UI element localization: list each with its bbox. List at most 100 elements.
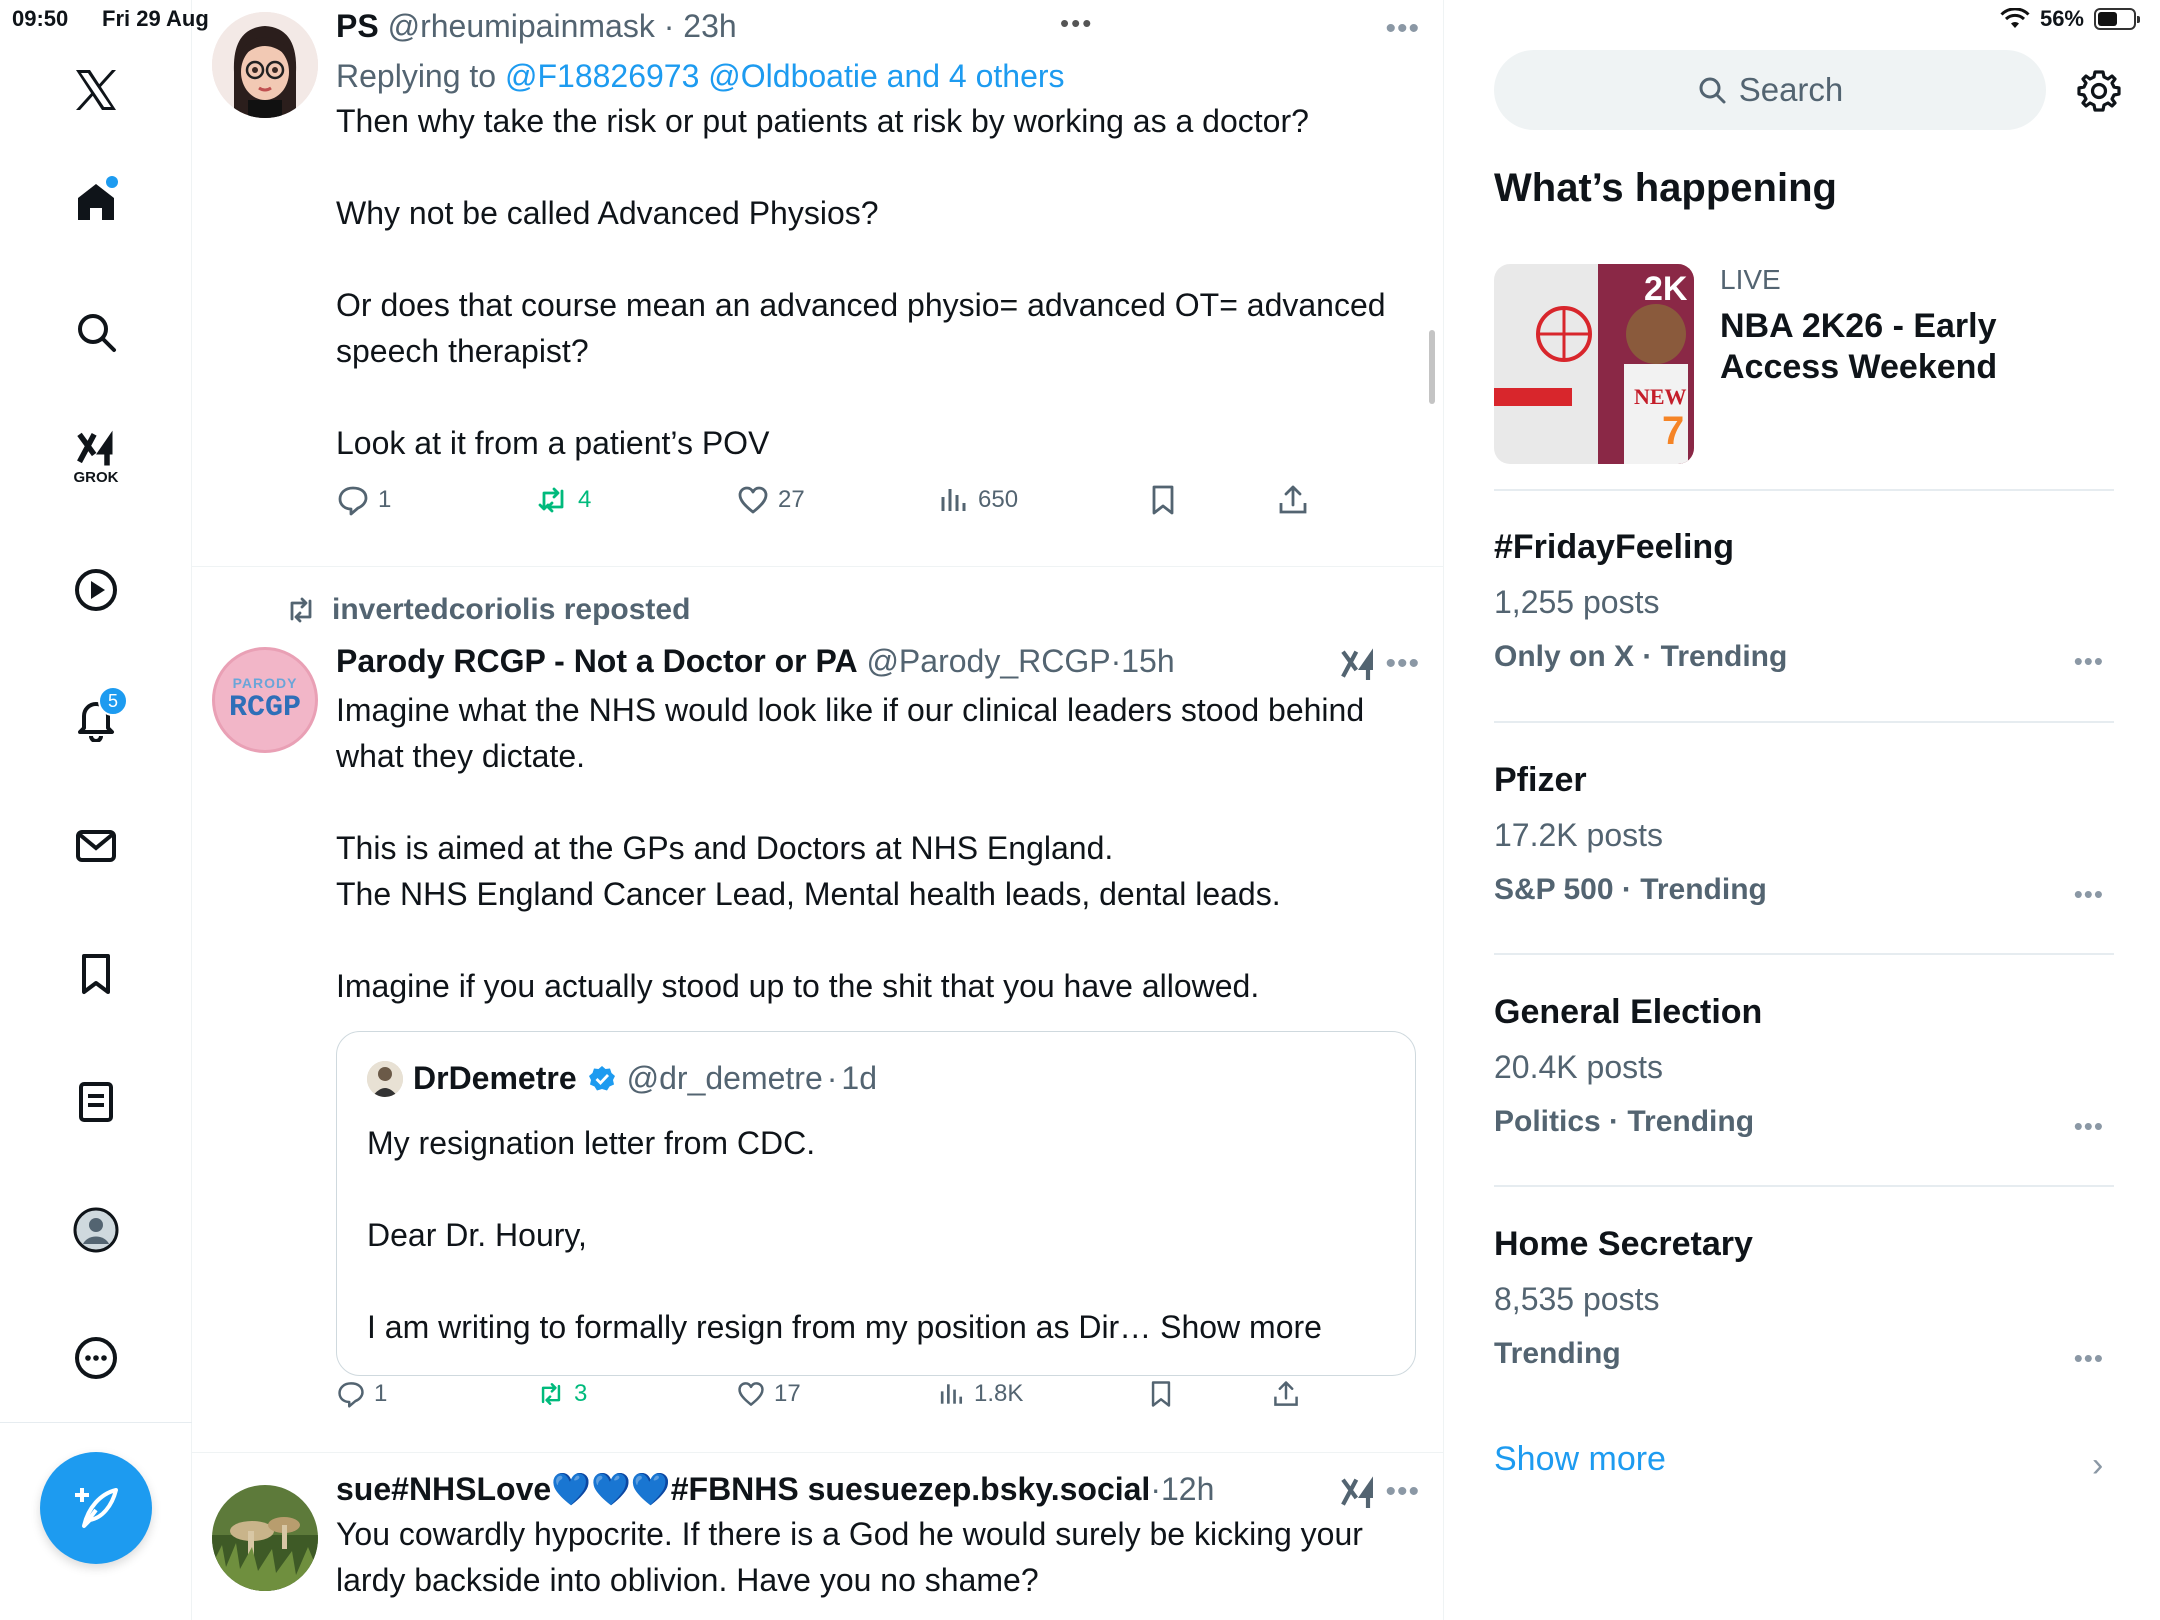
- lists-icon: [79, 1082, 113, 1122]
- like-button[interactable]: 17: [736, 1379, 801, 1409]
- trend-divider: [1494, 1185, 2114, 1187]
- nav-explore[interactable]: [56, 292, 136, 372]
- author-name[interactable]: Parody RCGP - Not a Doctor or PA: [336, 643, 858, 679]
- avatar[interactable]: PARODY RCGP: [212, 647, 318, 753]
- trend-title: Pfizer: [1494, 761, 1587, 799]
- tweet-body: sue#NHSLove💙💙💙#FBNHS suesuezep.bsky.soci…: [336, 1469, 1426, 1603]
- search-placeholder: Search: [1738, 71, 1844, 108]
- grok-icon: [1341, 1476, 1373, 1508]
- reply-button[interactable]: 1: [336, 483, 391, 517]
- trend-more-icon[interactable]: •••: [2074, 879, 2104, 910]
- chevron-right-icon[interactable]: ›: [2092, 1446, 2103, 1485]
- repost-icon: [290, 597, 312, 623]
- reposted-by[interactable]: invertedcoriolis reposted: [284, 593, 690, 627]
- views-count: 650: [978, 486, 1019, 513]
- views-count: 1.8K: [974, 1380, 1024, 1407]
- replying-links[interactable]: @F18826973 @Oldboatie and 4 others: [505, 58, 1065, 94]
- grok-icon: [77, 430, 113, 465]
- quote-avatar[interactable]: [367, 1060, 403, 1097]
- share-button[interactable]: [1276, 483, 1310, 517]
- tweet-body: Parody RCGP - Not a Doctor or PA @Parody…: [336, 641, 1426, 1009]
- tweet-parody-rcgp[interactable]: invertedcoriolis reposted PARODY RCGP Pa…: [192, 567, 1443, 1453]
- trend-item[interactable]: Home Secretary 8,535 posts Trending •••: [1494, 1225, 2114, 1415]
- trend-more-icon[interactable]: •••: [2074, 646, 2104, 677]
- reply-button[interactable]: 1: [336, 1379, 387, 1409]
- nav-messages[interactable]: [56, 806, 136, 886]
- nav-notifications[interactable]: 5: [56, 678, 136, 758]
- grok-label: GROK: [73, 468, 119, 486]
- like-button[interactable]: 27: [736, 483, 805, 517]
- author-name[interactable]: sue#NHSLove💙💙💙#FBNHS suesuezep.bsky.soci…: [336, 1471, 1150, 1507]
- author-handle[interactable]: @Parody_RCGP: [866, 643, 1110, 679]
- trend-more-icon[interactable]: •••: [2074, 1343, 2104, 1374]
- tweet-time[interactable]: 15h: [1121, 643, 1174, 679]
- nav-profile[interactable]: [56, 1190, 136, 1270]
- scrollbar[interactable]: [1429, 330, 1435, 404]
- nav-grok[interactable]: GROK: [56, 416, 136, 496]
- nav-lists[interactable]: [56, 1062, 136, 1142]
- promo-nba2k26[interactable]: NEW 7 2K LIVE NBA 2K26 - Early Access Week…: [1494, 264, 2114, 464]
- trend-more-icon[interactable]: •••: [2074, 1111, 2104, 1142]
- repost-button[interactable]: 4: [536, 483, 591, 517]
- x-logo[interactable]: [56, 50, 136, 130]
- show-more-link[interactable]: Show more: [1494, 1440, 1666, 1479]
- trend-title: Home Secretary: [1494, 1225, 1753, 1263]
- bookmark-button[interactable]: [1146, 483, 1180, 517]
- bookmark-button[interactable]: [1146, 1379, 1176, 1409]
- wifi-icon: [2000, 8, 2030, 28]
- trend-item[interactable]: Pfizer 17.2K posts S&P 500 · Trending ••…: [1494, 761, 2114, 951]
- trend-meta: Politics · Trending: [1494, 1105, 1755, 1138]
- right-sidebar: Search What’s happening NEW 7 2K LIVE NBA …: [1444, 0, 2160, 1620]
- quote-author-handle[interactable]: @dr_demetre: [627, 1060, 823, 1097]
- promo-title[interactable]: NBA 2K26 - Early Access Weekend: [1720, 306, 2100, 388]
- trend-title: #FridayFeeling: [1494, 528, 1734, 566]
- repost-count: 4: [578, 486, 592, 513]
- tweet-sue[interactable]: sue#NHSLove💙💙💙#FBNHS suesuezep.bsky.soci…: [192, 1453, 1443, 1620]
- timeline[interactable]: PS @rheumipainmask · 23h Replying to @F1…: [192, 0, 1444, 1620]
- views-button[interactable]: 1.8K: [936, 1379, 1023, 1409]
- video-icon: [75, 569, 117, 611]
- views-button[interactable]: 650: [936, 483, 1018, 517]
- trend-meta: Only on X · Trending: [1494, 640, 1788, 673]
- trend-item[interactable]: General Election 20.4K posts Politics · …: [1494, 993, 2114, 1183]
- compose-button[interactable]: [40, 1452, 152, 1564]
- battery-percent: 56%: [2039, 6, 2084, 31]
- quote-author-name[interactable]: DrDemetre: [413, 1060, 577, 1097]
- avatar[interactable]: [212, 1485, 318, 1591]
- trend-meta: S&P 500 · Trending: [1494, 873, 1767, 906]
- repost-button[interactable]: 3: [536, 1379, 587, 1409]
- tweet-ps[interactable]: PS @rheumipainmask · 23h Replying to @F1…: [192, 0, 1443, 567]
- replying-prefix: Replying to: [336, 58, 505, 94]
- trend-count: 8,535 posts: [1494, 1281, 1660, 1317]
- nav-more[interactable]: [56, 1318, 136, 1398]
- tweet-header: Parody RCGP - Not a Doctor or PA @Parody…: [336, 641, 1426, 681]
- share-button[interactable]: [1271, 1379, 1301, 1409]
- nav-bookmarks[interactable]: [56, 934, 136, 1014]
- quoted-tweet[interactable]: DrDemetre @dr_demetre · 1d My resignation …: [336, 1031, 1416, 1376]
- svg-text:7: 7: [1662, 409, 1684, 453]
- quote-avatar-image: [367, 1060, 403, 1097]
- views-icon: [940, 1384, 963, 1404]
- rcgp-logo: PARODY RCGP: [215, 650, 315, 750]
- settings-button[interactable]: [2074, 66, 2124, 116]
- tweet-more-icon[interactable]: •••: [1385, 1475, 1420, 1509]
- tweet-header: sue#NHSLove💙💙💙#FBNHS suesuezep.bsky.soci…: [336, 1469, 1426, 1509]
- repost-icon: [538, 487, 564, 513]
- trend-item[interactable]: #FridayFeeling 1,255 posts Only on X · T…: [1494, 528, 2114, 718]
- nav-video[interactable]: [56, 550, 136, 630]
- verified-icon: [588, 1065, 615, 1090]
- more-icon: [75, 1337, 117, 1379]
- search-input[interactable]: Search: [1494, 50, 2046, 130]
- quote-time[interactable]: 1d: [841, 1060, 877, 1097]
- x-logo-icon: [76, 70, 116, 110]
- nav-home[interactable]: [56, 162, 136, 242]
- repost-icon: [541, 1383, 561, 1405]
- tweet-more-icon[interactable]: •••: [1385, 647, 1420, 681]
- grok-tweet-icon[interactable]: [1338, 1473, 1378, 1522]
- trend-title: General Election: [1494, 993, 1763, 1031]
- grok-tweet-icon[interactable]: [1338, 645, 1378, 694]
- whats-happening-title: What’s happening: [1494, 166, 1837, 210]
- tweet-time[interactable]: 12h: [1161, 1471, 1214, 1507]
- reply-count: 1: [374, 1380, 388, 1407]
- battery-icon: [2094, 8, 2140, 30]
